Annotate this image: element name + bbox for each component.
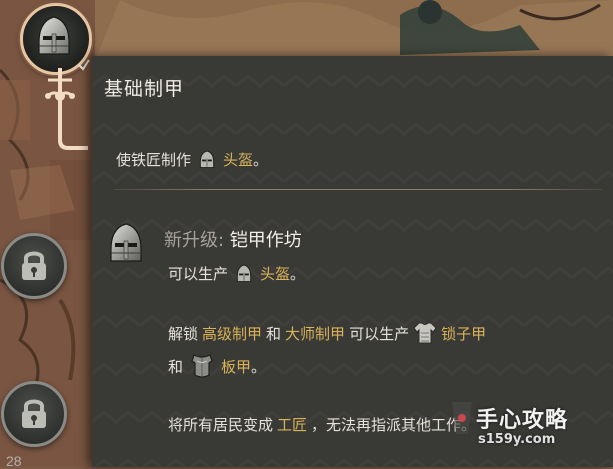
line1-prefix: 可以生产 [168, 265, 229, 283]
line3-suffix: 。 [251, 357, 267, 376]
locked-tech-node-1[interactable] [1, 233, 67, 299]
line4-prefix: 将所有居民变成 [168, 416, 274, 434]
tech-description: 使铁匠制作 头盔 。 [116, 149, 268, 170]
line3-prefix: 和 [168, 357, 184, 376]
tree-connector [45, 68, 88, 150]
upgrade-line-2: 解锁 高级制甲 和 大师制甲 可以生产 锁子甲 [168, 322, 486, 344]
helmet-icon [236, 264, 252, 282]
line2-item-advanced-armor[interactable]: 高级制甲 [202, 323, 262, 344]
line2-item-master-armor[interactable]: 大师制甲 [285, 323, 345, 344]
helmet-icon [38, 16, 70, 55]
upgrade-line-1: 可以生产 头盔 。 [168, 263, 305, 284]
upgrade-name: 铠甲作坊 [229, 230, 302, 251]
line2-and: 和 [266, 324, 282, 343]
watermark-subtext: s159y.com [478, 432, 556, 447]
upgrade-label: 新升级: [164, 230, 225, 251]
line1-suffix: 。 [290, 265, 306, 283]
lock-icon [22, 251, 46, 280]
watermark-logo-icon [452, 402, 472, 434]
watermark-text: 手心攻略 [476, 408, 569, 433]
description-suffix: 。 [253, 151, 269, 169]
chainmail-icon [413, 322, 437, 344]
line2-mid: 可以生产 [349, 324, 410, 343]
line2-prefix: 解锁 [168, 324, 199, 343]
plate-armor-icon [191, 354, 213, 378]
lock-icon [22, 399, 46, 428]
description-prefix: 使铁匠制作 [116, 151, 192, 169]
locked-tech-node-2[interactable] [1, 381, 67, 447]
line3-item-plate-armor[interactable]: 板甲 [221, 356, 251, 377]
line1-item[interactable]: 头盔 [260, 263, 290, 284]
line2-item-chainmail[interactable]: 锁子甲 [441, 323, 486, 344]
divider [114, 189, 602, 190]
upgrade-line-3: 和 板甲 。 [168, 353, 266, 379]
description-item[interactable]: 头盔 [223, 149, 253, 170]
tooltip-title: 基础制甲 [104, 78, 185, 100]
upgrade-title: 新升级: 铠甲作坊 [164, 226, 302, 252]
line4-item-craftsman[interactable]: 工匠 [277, 414, 307, 435]
upgrade-line-4: 将所有居民变成 工匠 ，无法再指派其他工作。 [168, 414, 476, 435]
helmet-icon [110, 223, 142, 262]
helmet-icon [199, 150, 215, 168]
